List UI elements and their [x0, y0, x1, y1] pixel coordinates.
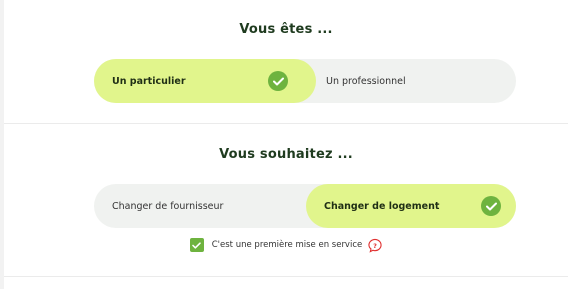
check-icon: [481, 196, 501, 216]
option-changer-fournisseur[interactable]: Changer de fournisseur: [94, 184, 306, 228]
section-title-vous-etes: Vous êtes ...: [239, 22, 333, 37]
premiere-mise-en-service-row: C'est une première mise en service ?: [4, 238, 568, 253]
section-divider: [4, 123, 568, 124]
option-changer-fournisseur-label: Changer de fournisseur: [112, 200, 224, 212]
premiere-mise-en-service-checkbox[interactable]: [189, 238, 204, 252]
form-card: Vous êtes ... Un particulier Un professi…: [4, 0, 568, 289]
check-icon: [268, 71, 288, 91]
option-professionnel-label: Un professionnel: [326, 75, 406, 87]
question-icon[interactable]: ?: [368, 238, 382, 253]
section-title-vous-souhaitez: Vous souhaitez ...: [219, 147, 353, 162]
move-type-toggle: Changer de fournisseur Changer de logeme…: [94, 184, 516, 228]
option-particulier-label: Un particulier: [112, 75, 186, 87]
customer-type-toggle: Un particulier Un professionnel: [94, 59, 516, 103]
option-professionnel[interactable]: Un professionnel: [316, 59, 516, 103]
option-changer-logement-label: Changer de logement: [324, 200, 440, 212]
option-particulier[interactable]: Un particulier: [94, 59, 316, 103]
option-changer-logement[interactable]: Changer de logement: [306, 184, 516, 228]
premiere-mise-en-service-label: C'est une première mise en service: [211, 240, 363, 250]
svg-text:?: ?: [373, 241, 377, 249]
bottom-divider: [4, 276, 568, 277]
